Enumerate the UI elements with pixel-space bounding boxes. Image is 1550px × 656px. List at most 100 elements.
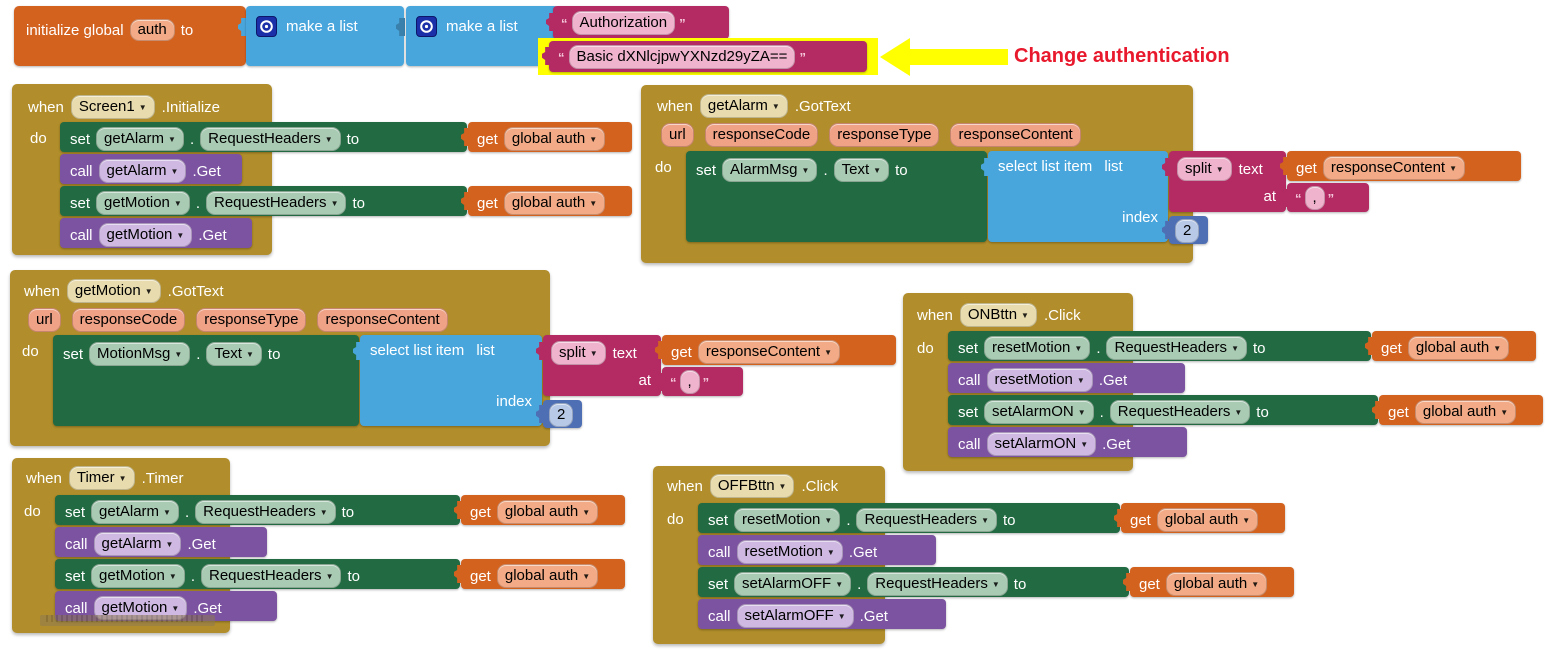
get-global-block[interactable]: get global auth ▼ [454, 495, 625, 525]
event-block-screen1-initialize[interactable]: when Screen1 ▼ .Initialize do set getAlar… [12, 84, 632, 255]
get-global-block[interactable]: get global auth ▼ [1372, 395, 1543, 425]
get-global-block[interactable]: get global auth ▼ [454, 559, 625, 589]
call-component-field[interactable]: resetMotion ▼ [736, 540, 843, 564]
separator-string-block[interactable]: “ , ” [1280, 183, 1369, 212]
set-block[interactable]: set resetMotion ▼ . RequestHeaders ▼ to [948, 331, 1371, 361]
event-param-responsecode[interactable]: responseCode [704, 123, 819, 147]
get-global-block[interactable]: get global auth ▼ [1365, 331, 1536, 361]
set-property-field[interactable]: Text ▼ [833, 158, 890, 182]
set-property-field[interactable]: RequestHeaders ▼ [1109, 400, 1251, 424]
get-variable-field[interactable]: global auth ▼ [496, 564, 599, 588]
set-component-field[interactable]: AlarmMsg ▼ [722, 158, 818, 182]
event-param-url[interactable]: url [28, 308, 61, 332]
get-variable-field[interactable]: global auth ▼ [503, 127, 606, 151]
event-block-offbttn-click[interactable]: when OFFBttn ▼ .Click do set resetMotion ▼… [653, 466, 1294, 644]
event-param-responsecontent[interactable]: responseContent [317, 308, 448, 332]
call-component-field[interactable]: getAlarm ▼ [93, 532, 182, 556]
event-component-field[interactable]: Timer ▼ [68, 466, 135, 490]
set-property-field[interactable]: Text ▼ [206, 342, 262, 366]
event-component-field[interactable]: getMotion ▼ [66, 279, 161, 303]
set-block[interactable]: set getAlarm ▼ . RequestHeaders ▼ to [60, 122, 467, 152]
blocks-workspace[interactable]: initialize global auth to make a list ma… [0, 0, 1550, 656]
event-param-responsecode[interactable]: responseCode [71, 308, 186, 332]
set-component-field[interactable]: getAlarm ▼ [91, 500, 179, 524]
get-variable-field[interactable]: responseContent ▼ [1322, 156, 1466, 180]
event-component-field[interactable]: getAlarm ▼ [699, 94, 788, 118]
auth-string-block[interactable]: “ Basic dXNlcjpwYXNzd29yZA== ” [542, 41, 867, 72]
get-param-block[interactable]: get responseContent ▼ [1280, 151, 1521, 181]
event-block-getmotion-gottext[interactable]: when getMotion ▼ .GotText url responseCod… [10, 270, 896, 446]
event-block-timer-timer[interactable]: when Timer ▼ .Timer do set getAlarm ▼ . Re… [12, 458, 625, 633]
get-param-block[interactable]: get responseContent ▼ [655, 335, 896, 365]
auth-header-string-block[interactable]: “ Authorization ” [546, 6, 729, 39]
index-number-block[interactable]: 2 [536, 400, 582, 428]
split-block[interactable]: split ▼ text at [1162, 151, 1286, 212]
index-value-field[interactable]: 2 [1175, 219, 1200, 243]
call-block[interactable]: call getMotion ▼ .Get [60, 218, 252, 248]
set-block[interactable]: set getMotion ▼ . RequestHeaders ▼ to [60, 186, 467, 216]
get-variable-field[interactable]: global auth ▼ [496, 500, 599, 524]
set-component-field[interactable]: setAlarmON ▼ [984, 400, 1094, 424]
get-global-block[interactable]: get global auth ▼ [461, 186, 632, 216]
set-component-field[interactable]: resetMotion ▼ [984, 336, 1091, 360]
get-global-block[interactable]: get global auth ▼ [461, 122, 632, 152]
set-component-field[interactable]: setAlarmOFF ▼ [734, 572, 852, 596]
event-block-onbttn-click[interactable]: when ONBttn ▼ .Click do set resetMotion ▼ … [903, 293, 1543, 471]
set-property-field[interactable]: RequestHeaders ▼ [195, 500, 336, 524]
separator-string-block[interactable]: “ , ” [655, 367, 743, 396]
set-block[interactable]: set setAlarmOFF ▼ . RequestHeaders ▼ to [698, 567, 1129, 597]
get-global-block[interactable]: get global auth ▼ [1123, 567, 1294, 597]
set-component-field[interactable]: getAlarm ▼ [96, 127, 184, 151]
event-block-getalarm-gottext[interactable]: when getAlarm ▼ .GotText url responseCode… [641, 85, 1521, 263]
index-number-block[interactable]: 2 [1162, 216, 1208, 244]
set-component-field[interactable]: MotionMsg ▼ [89, 342, 191, 366]
get-global-block[interactable]: get global auth ▼ [1114, 503, 1285, 533]
call-component-field[interactable]: setAlarmON ▼ [986, 432, 1097, 456]
get-variable-field[interactable]: global auth ▼ [1407, 336, 1510, 360]
set-component-field[interactable]: getMotion ▼ [91, 564, 185, 588]
get-variable-field[interactable]: global auth ▼ [1414, 400, 1517, 424]
set-block[interactable]: set getAlarm ▼ . RequestHeaders ▼ to [55, 495, 460, 525]
event-component-field[interactable]: Screen1 ▼ [70, 95, 155, 119]
set-property-field[interactable]: RequestHeaders ▼ [200, 127, 341, 151]
set-block[interactable]: set getMotion ▼ . RequestHeaders ▼ to [55, 559, 460, 589]
event-param-url[interactable]: url [661, 123, 694, 147]
set-block[interactable]: set MotionMsg ▼ . Text ▼ to [53, 335, 359, 426]
split-mode-field[interactable]: split ▼ [551, 341, 606, 365]
separator-value[interactable]: , [1304, 186, 1325, 210]
initialize-global-block[interactable]: initialize global auth to [14, 6, 247, 66]
event-param-responsecontent[interactable]: responseContent [950, 123, 1081, 147]
auth-string-value[interactable]: Basic dXNlcjpwYXNzd29yZA== [568, 45, 796, 69]
call-block[interactable]: call setAlarmON ▼ .Get [948, 427, 1187, 457]
set-property-field[interactable]: RequestHeaders ▼ [1106, 336, 1247, 360]
call-block[interactable]: call getAlarm ▼ .Get [60, 154, 242, 184]
call-component-field[interactable]: getAlarm ▼ [98, 159, 187, 183]
outer-make-a-list-block[interactable]: make a list [246, 6, 405, 66]
call-block[interactable]: call resetMotion ▼ .Get [698, 535, 936, 565]
event-param-responsetype[interactable]: responseType [196, 308, 307, 332]
get-variable-field[interactable]: global auth ▼ [1165, 572, 1268, 596]
call-component-field[interactable]: setAlarmOFF ▼ [736, 604, 854, 628]
set-component-field[interactable]: getMotion ▼ [96, 191, 190, 215]
set-block[interactable]: set setAlarmON ▼ . RequestHeaders ▼ to [948, 395, 1378, 425]
mutator-gear-icon[interactable] [416, 16, 437, 37]
set-property-field[interactable]: RequestHeaders ▼ [205, 191, 347, 215]
set-property-field[interactable]: RequestHeaders ▼ [867, 572, 1008, 596]
select-list-item-block[interactable]: select list item list index [981, 151, 1168, 242]
set-component-field[interactable]: resetMotion ▼ [734, 508, 841, 532]
call-component-field[interactable]: getMotion ▼ [98, 223, 193, 247]
separator-value[interactable]: , [679, 370, 700, 394]
set-property-field[interactable]: RequestHeaders ▼ [856, 508, 997, 532]
split-block[interactable]: split ▼ text at [536, 335, 661, 396]
get-variable-field[interactable]: global auth ▼ [503, 191, 606, 215]
get-variable-field[interactable]: global auth ▼ [1156, 508, 1259, 532]
event-param-responsetype[interactable]: responseType [829, 123, 940, 147]
global-var-name-field[interactable]: auth [129, 19, 175, 41]
split-mode-field[interactable]: split ▼ [1177, 157, 1232, 181]
auth-header-value[interactable]: Authorization [571, 11, 676, 35]
get-variable-field[interactable]: responseContent ▼ [697, 340, 841, 364]
set-property-field[interactable]: RequestHeaders ▼ [200, 564, 342, 588]
call-component-field[interactable]: resetMotion ▼ [986, 368, 1093, 392]
set-block[interactable]: set resetMotion ▼ . RequestHeaders ▼ to [698, 503, 1120, 533]
call-block[interactable]: call resetMotion ▼ .Get [948, 363, 1185, 393]
